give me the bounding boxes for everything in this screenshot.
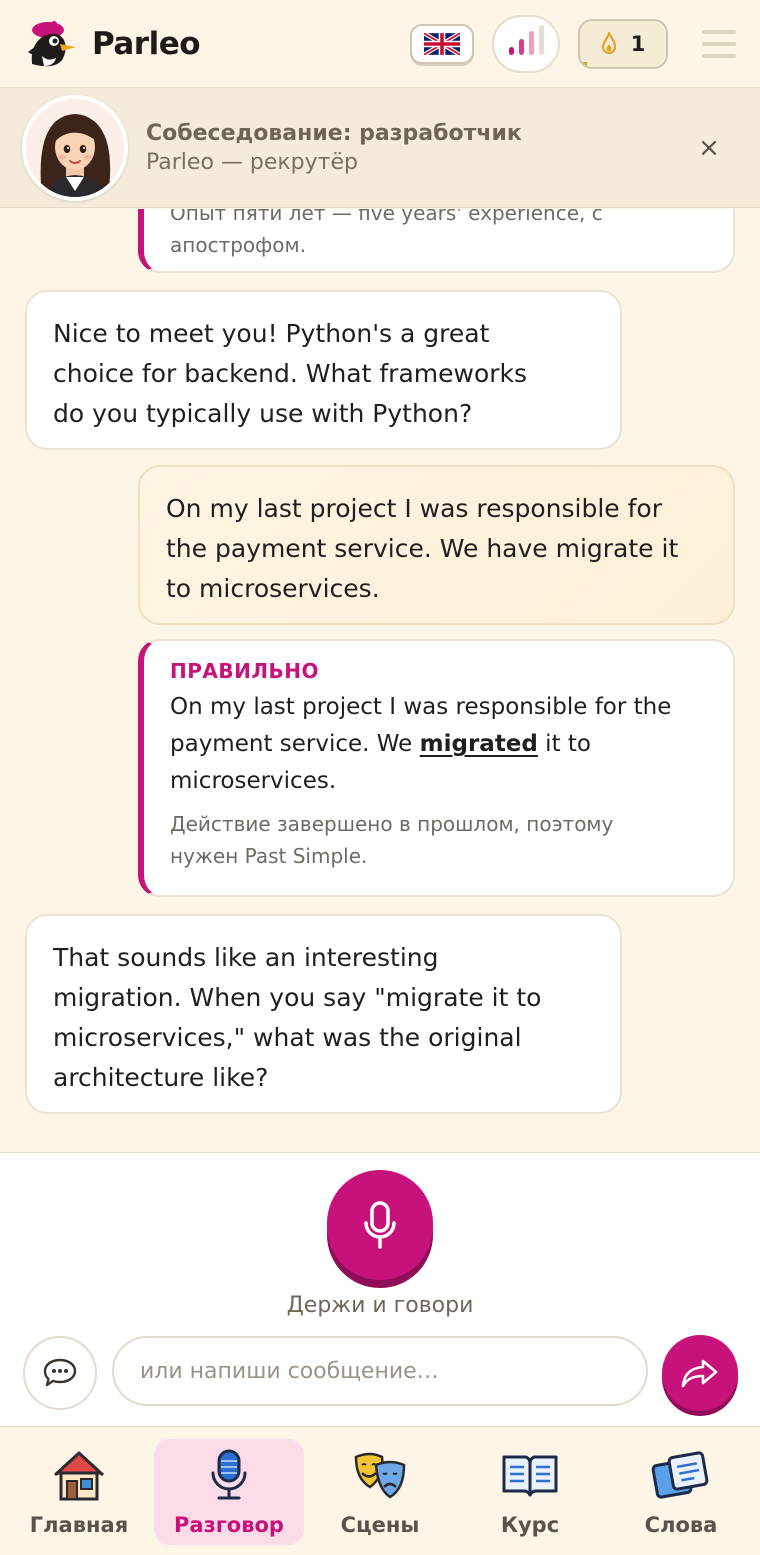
bot-message-line: do you typically use with Python? xyxy=(53,399,473,428)
nav-item-conversation[interactable]: Разговор xyxy=(154,1439,304,1545)
nav-item-home[interactable]: Главная xyxy=(4,1439,154,1545)
bot-message-line: That sounds like an interesting xyxy=(53,943,439,972)
user-message-line: the payment service. We have migrate it xyxy=(166,534,679,563)
close-icon[interactable]: × xyxy=(694,133,724,163)
speech-bubble-icon xyxy=(43,1358,77,1387)
language-button[interactable] xyxy=(410,23,474,64)
scenario-subtitle: Parleo — рекрутёр xyxy=(146,149,358,175)
nav-item-course[interactable]: Курс xyxy=(455,1439,605,1545)
correction-note: Опыт пяти лет — five years' experience, … xyxy=(170,209,603,225)
correction-bubble: ПРАВИЛЬНО On my last project I was respo… xyxy=(138,639,735,897)
share-arrow-icon xyxy=(681,1359,718,1388)
bar-chart-icon xyxy=(508,46,514,55)
app-name: Parleo xyxy=(92,25,201,62)
user-message-line: On my last project I was responsible for xyxy=(166,494,663,523)
recruiter-face-icon xyxy=(26,98,124,197)
nav-label: Слова xyxy=(644,1513,718,1537)
bot-message-line: microservices," what was the original xyxy=(53,1023,522,1052)
stats-button[interactable] xyxy=(492,14,560,73)
microphone-icon xyxy=(211,1449,247,1500)
bot-message: That sounds like an interesting migratio… xyxy=(25,914,622,1114)
corrected-line: microservices. xyxy=(170,768,337,794)
nav-item-scenes[interactable]: Сцены xyxy=(305,1439,455,1545)
message-input[interactable] xyxy=(112,1336,648,1406)
bird-mascot-icon xyxy=(28,20,76,66)
text-mode-button[interactable] xyxy=(23,1336,97,1410)
home-icon xyxy=(53,1451,105,1501)
nav-label: Главная xyxy=(29,1513,129,1537)
corrected-word[interactable]: migrated xyxy=(420,731,538,757)
uk-flag-icon xyxy=(424,32,460,55)
bot-message-line: choice for backend. What frameworks xyxy=(53,359,528,388)
explanation-line: нужен Past Simple. xyxy=(170,844,368,868)
user-message-line: to microservices. xyxy=(166,574,380,603)
recruiter-avatar xyxy=(22,94,128,201)
nav-label: Сцены xyxy=(340,1513,420,1537)
streak-button[interactable]: 1 xyxy=(578,18,668,69)
bot-message-line: Nice to meet you! Python's a great xyxy=(53,319,490,348)
book-icon xyxy=(502,1455,558,1497)
app-header: Parleo 1 xyxy=(0,0,760,88)
corrected-fragment: payment service. We xyxy=(170,731,420,757)
correction-bubble-partial: Опыт пяти лет — five years' experience, … xyxy=(138,209,735,273)
bottom-nav: Главная Разговор Сцены Курс Слова xyxy=(0,1426,760,1555)
bot-message-line: architecture like? xyxy=(53,1063,269,1092)
correction-explanation: Действие завершено в прошлом, поэтому ну… xyxy=(170,808,709,872)
chat-thread: Опыт пяти лет — five years' experience, … xyxy=(0,209,760,1152)
bot-message-line: migration. When you say "migrate it to xyxy=(53,983,542,1012)
user-message: On my last project I was responsible for… xyxy=(138,465,735,625)
corrected-text: On my last project I was responsible for… xyxy=(170,689,709,800)
bot-message: Nice to meet you! Python's a great choic… xyxy=(25,290,622,450)
send-button[interactable] xyxy=(662,1335,738,1411)
flame-icon xyxy=(601,31,616,54)
flashcards-icon xyxy=(651,1451,709,1499)
corrected-fragment: it to xyxy=(537,731,591,757)
composer: Держи и говори xyxy=(0,1152,760,1426)
record-voice-button[interactable] xyxy=(327,1170,433,1280)
nav-item-words[interactable]: Слова xyxy=(606,1439,756,1545)
corrected-line: payment service. We migrated it to xyxy=(170,726,709,763)
streak-progress-bar xyxy=(580,61,587,67)
hamburger-menu-icon[interactable] xyxy=(702,29,736,58)
correction-label: ПРАВИЛЬНО xyxy=(170,659,319,683)
streak-count: 1 xyxy=(630,31,646,56)
app-logo[interactable]: Parleo xyxy=(24,16,201,72)
theater-masks-icon xyxy=(354,1452,406,1499)
corrected-line: On my last project I was responsible for… xyxy=(170,694,672,720)
correction-note: апострофом. xyxy=(170,233,306,257)
scenario-title: Собеседование: разработчик xyxy=(146,120,522,146)
scenario-banner: Собеседование: разработчик Parleo — рекр… xyxy=(0,88,760,208)
explanation-line: Действие завершено в прошлом, поэтому xyxy=(170,812,614,836)
mic-hint: Держи и говори xyxy=(286,1293,474,1318)
nav-label: Курс xyxy=(500,1513,560,1537)
microphone-icon xyxy=(364,1201,396,1249)
nav-label: Разговор xyxy=(174,1513,284,1537)
